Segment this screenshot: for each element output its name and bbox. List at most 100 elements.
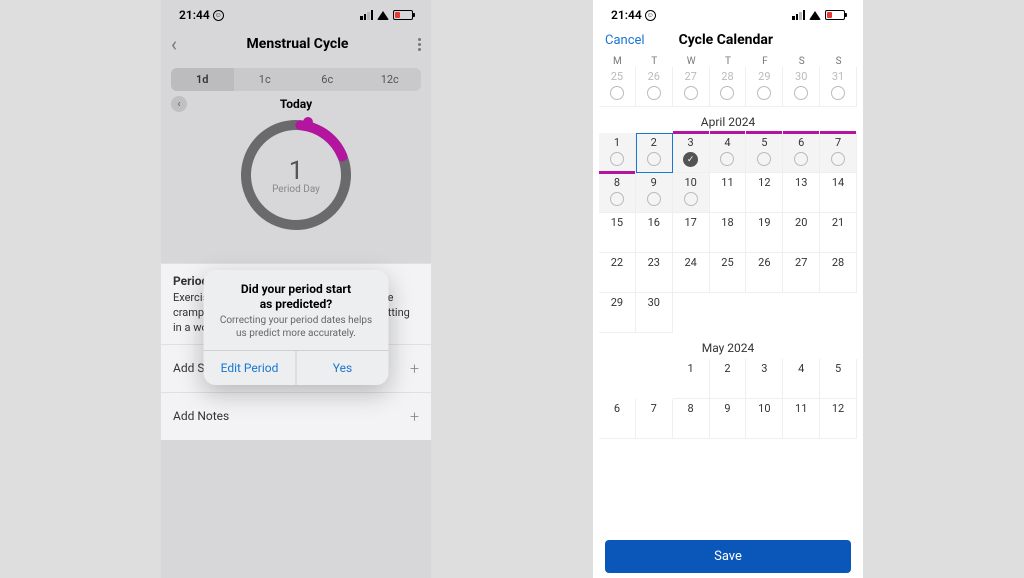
calendar-day[interactable]: 5	[746, 133, 783, 173]
plus-icon: +	[410, 407, 419, 426]
tab-6c[interactable]: 6c	[296, 68, 359, 91]
edit-period-button[interactable]: Edit Period	[204, 351, 297, 385]
calendar-day[interactable]: 9	[636, 173, 673, 213]
calendar-may: 1 2 3 4 5 6 7 8 9 10 11 12	[593, 359, 863, 439]
range-tabs: 1d 1c 6c 12c	[171, 68, 421, 91]
weekday: T	[636, 56, 673, 67]
status-icons	[360, 10, 413, 20]
calendar-day[interactable]: 26	[746, 253, 783, 293]
calendar-day[interactable]: 11	[783, 399, 820, 439]
calendar-day[interactable]: 29	[599, 293, 636, 333]
page-title: Cycle Calendar	[679, 32, 773, 48]
phone-cycle-screen: 21:44 ☺ ‹ Menstrual Cycle 1d 1c 6c 12c ‹…	[161, 0, 431, 578]
calendar-day[interactable]: 12	[820, 399, 857, 439]
calendar-day[interactable]: 27	[783, 253, 820, 293]
phone-calendar-screen: 21:44 ☺ Cancel Cycle Calendar M T W T F …	[593, 0, 863, 578]
tab-1c[interactable]: 1c	[234, 68, 297, 91]
calendar-day[interactable]: 14	[820, 173, 857, 213]
calendar-day[interactable]: 6	[599, 399, 636, 439]
plus-icon: +	[410, 359, 419, 378]
calendar-day[interactable]: 30	[783, 67, 820, 107]
dialog-body: Correcting your period dates helps us pr…	[204, 314, 389, 350]
wifi-icon	[377, 11, 389, 20]
save-button[interactable]: Save	[605, 540, 851, 573]
calendar-day[interactable]: 26	[636, 67, 673, 107]
add-notes-label: Add Notes	[173, 409, 229, 423]
date-nav: ‹ Today	[161, 97, 431, 111]
calendar-day[interactable]: 18	[710, 213, 747, 253]
page-title: Menstrual Cycle	[247, 36, 349, 52]
status-bar: 21:44 ☺	[593, 0, 863, 26]
header: Cancel Cycle Calendar	[593, 26, 863, 56]
calendar-day[interactable]: 2	[710, 359, 747, 399]
calendar-day[interactable]: 31	[820, 67, 857, 107]
tab-12c[interactable]: 12c	[359, 68, 422, 91]
calendar-day[interactable]: 12	[746, 173, 783, 213]
calendar-day[interactable]: 11	[710, 173, 747, 213]
weekday: S	[820, 56, 857, 67]
more-menu-button[interactable]	[418, 38, 421, 51]
calendar-day[interactable]: 23	[636, 253, 673, 293]
predict-dialog: Did your period start as predicted? Corr…	[204, 270, 389, 385]
calendar-day[interactable]: 10	[673, 173, 710, 213]
calendar-day[interactable]: 7	[636, 399, 673, 439]
calendar-day[interactable]: 25	[599, 67, 636, 107]
calendar-prev-trailing: 25 26 27 28 29 30 31	[593, 67, 863, 107]
calendar-day[interactable]: 25	[710, 253, 747, 293]
back-button[interactable]: ‹	[171, 32, 177, 56]
check-icon: ✓	[683, 152, 698, 167]
calendar-day[interactable]: 9	[710, 399, 747, 439]
calendar-day[interactable]: 5	[820, 359, 857, 399]
calendar-day[interactable]: 24	[673, 253, 710, 293]
calendar-day[interactable]: 10	[746, 399, 783, 439]
calendar-day[interactable]: 4	[783, 359, 820, 399]
calendar-april: 1 2 3✓ 4 5 6 7 8 9 10 11 12 13 14 15 16 …	[593, 133, 863, 333]
weekday: S	[783, 56, 820, 67]
cycle-ring: 1 Period Day	[161, 115, 431, 235]
battery-icon	[825, 10, 845, 20]
calendar-day[interactable]: 8	[599, 173, 636, 213]
status-time: 21:44	[179, 8, 210, 22]
period-day-number: 1	[289, 156, 304, 186]
calendar-day[interactable]: 22	[599, 253, 636, 293]
calendar-day[interactable]: 30	[636, 293, 673, 333]
calendar-day[interactable]: 28	[710, 67, 747, 107]
calendar-day[interactable]: 8	[673, 399, 710, 439]
cancel-button[interactable]: Cancel	[605, 33, 645, 48]
battery-icon	[393, 10, 413, 20]
weekday: F	[746, 56, 783, 67]
calendar-day[interactable]: 28	[820, 253, 857, 293]
calendar-day[interactable]: 15	[599, 213, 636, 253]
face-icon: ☺	[213, 10, 224, 21]
month-label-april: April 2024	[593, 107, 863, 133]
status-time: 21:44	[611, 8, 642, 22]
yes-button[interactable]: Yes	[297, 351, 389, 385]
calendar-day[interactable]: 13	[783, 173, 820, 213]
weekday: M	[599, 56, 636, 67]
calendar-day[interactable]: 27	[673, 67, 710, 107]
add-notes-row[interactable]: Add Notes +	[161, 392, 431, 440]
weekday-header: M T W T F S S	[593, 56, 863, 67]
dialog-title-line1: Did your period start	[216, 282, 377, 297]
calendar-day[interactable]: 6	[783, 133, 820, 173]
calendar-day[interactable]: 19	[746, 213, 783, 253]
calendar-day[interactable]: 3	[746, 359, 783, 399]
face-icon: ☺	[645, 10, 656, 21]
calendar-day[interactable]: 3✓	[673, 133, 710, 173]
weekday: W	[673, 56, 710, 67]
prev-day-button[interactable]: ‹	[171, 96, 187, 112]
calendar-day[interactable]: 1	[673, 359, 710, 399]
dialog-title-line2: as predicted?	[216, 297, 377, 312]
calendar-day[interactable]: 7	[820, 133, 857, 173]
calendar-day[interactable]: 4	[710, 133, 747, 173]
signal-icon	[360, 10, 373, 20]
calendar-day[interactable]: 20	[783, 213, 820, 253]
calendar-day[interactable]: 17	[673, 213, 710, 253]
calendar-day-selected[interactable]: 2	[636, 133, 673, 173]
signal-icon	[792, 10, 805, 20]
calendar-day[interactable]: 16	[636, 213, 673, 253]
calendar-day[interactable]: 1	[599, 133, 636, 173]
calendar-day[interactable]: 29	[746, 67, 783, 107]
calendar-day[interactable]: 21	[820, 213, 857, 253]
tab-1d[interactable]: 1d	[171, 68, 234, 91]
